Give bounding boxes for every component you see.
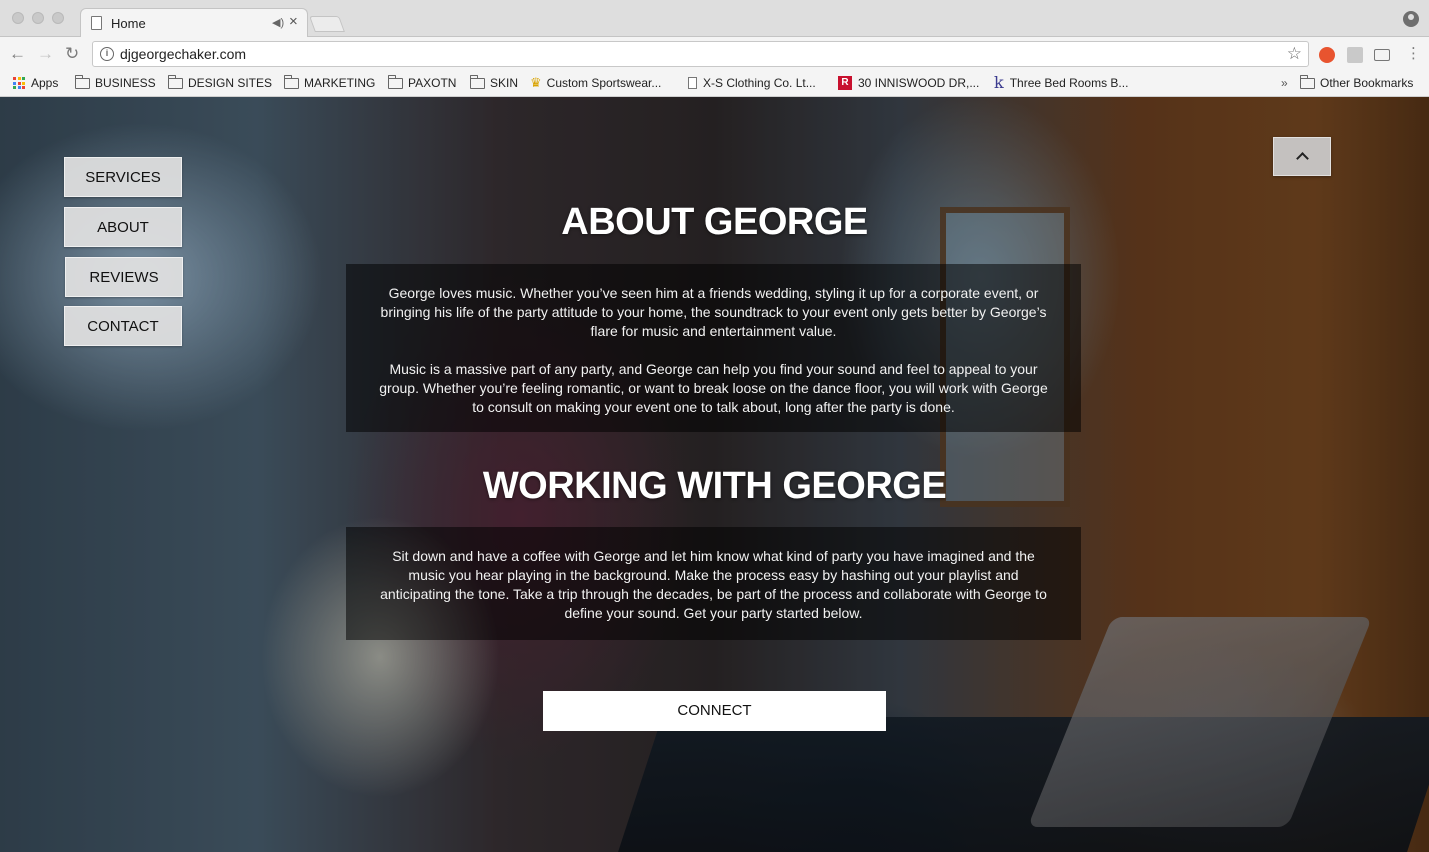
window-zoom-control[interactable] (52, 12, 64, 24)
speaker-icon[interactable]: ◀) (272, 16, 284, 29)
bookmark-label: Three Bed Rooms B... (1009, 76, 1129, 90)
bookmarks-overflow-chevron[interactable]: » (1281, 75, 1288, 91)
about-paragraph-1: George loves music. Whether you’ve seen … (380, 285, 1047, 339)
bookmark-label: MARKETING (304, 76, 376, 90)
folder-icon (75, 74, 90, 89)
folder-icon (388, 74, 403, 89)
crown-icon: ♛ (530, 75, 542, 90)
about-paragraph-2: Music is a massive part of any party, an… (379, 361, 1048, 415)
working-heading: WORKING WITH GEORGE (482, 465, 947, 507)
folder-icon (1300, 74, 1315, 89)
tab-close-icon[interactable]: × (289, 13, 298, 30)
bookmark-label: SKIN (490, 76, 519, 90)
bookmark-folder-business[interactable]: BUSINESS (75, 74, 156, 91)
bookmarks-bar: Apps BUSINESS DESIGN SITES MARKETING PAX… (0, 71, 1429, 97)
folder-icon (168, 74, 183, 89)
working-paragraph: Sit down and have a coffee with George a… (380, 548, 1047, 621)
cast-icon[interactable] (1374, 49, 1390, 61)
bookmark-label: DESIGN SITES (188, 76, 273, 90)
bookmark-folder-design-sites[interactable]: DESIGN SITES (168, 74, 273, 91)
page-hero-background: SERVICES ABOUT REVIEWS CONTACT ABOUT GEO… (0, 97, 1429, 852)
bookmark-label: Other Bookmarks (1320, 76, 1414, 90)
browser-tab-bar: Home ◀) × (0, 0, 1429, 38)
folder-icon (470, 74, 485, 89)
address-url[interactable]: djgeorgechaker.com (120, 46, 246, 62)
about-text-box: George loves music. Whether you’ve seen … (346, 264, 1081, 432)
extension-icon[interactable] (1347, 47, 1363, 63)
page-icon (688, 77, 697, 89)
window-minimize-control[interactable] (32, 12, 44, 24)
nav-services-button[interactable]: SERVICES (64, 157, 182, 197)
bookmark-folder-marketing[interactable]: MARKETING (284, 74, 376, 91)
bookmark-three-bed-rooms[interactable]: k Three Bed Rooms B... (994, 75, 1128, 91)
site-info-icon[interactable]: i (100, 47, 114, 61)
profile-icon[interactable] (1403, 11, 1419, 27)
bookmark-label: Custom Sportswear... (546, 76, 662, 90)
new-tab-button[interactable] (309, 16, 345, 32)
bookmark-label: 30 INNISWOOD DR,... (858, 76, 980, 90)
chevron-up-icon (1295, 152, 1309, 165)
bookmark-label: X-S Clothing Co. Lt... (703, 76, 816, 90)
bookmark-folder-skin[interactable]: SKIN (470, 74, 519, 91)
folder-icon (284, 74, 299, 89)
back-arrow-icon[interactable]: ← (9, 45, 26, 63)
bookmark-apps[interactable]: Apps (13, 75, 58, 91)
background-table (618, 717, 1429, 852)
browser-toolbar: ← → ↻ i djgeorgechaker.com ☆ ⋮ (0, 37, 1429, 71)
browser-tab-home[interactable]: Home ◀) × (80, 8, 308, 38)
bookmark-star-icon[interactable]: ☆ (1287, 44, 1302, 64)
bookmark-xs-clothing[interactable]: X-S Clothing Co. Lt... (688, 75, 816, 91)
address-bar[interactable]: i djgeorgechaker.com ☆ (92, 41, 1309, 67)
working-text-box: Sit down and have a coffee with George a… (346, 527, 1081, 640)
background-laptop (1027, 617, 1373, 827)
window-close-control[interactable] (12, 12, 24, 24)
bookmark-label: Apps (31, 76, 59, 90)
remax-icon: R (838, 76, 852, 90)
bookmark-label: BUSINESS (95, 76, 156, 90)
reload-icon[interactable]: ↻ (65, 45, 79, 63)
apps-grid-icon (13, 77, 25, 89)
forward-arrow-icon[interactable]: → (37, 45, 54, 63)
extension-opera-icon[interactable] (1319, 47, 1335, 63)
bookmark-inniswood[interactable]: R 30 INNISWOOD DR,... (838, 75, 979, 91)
nav-reviews-button[interactable]: REVIEWS (65, 257, 183, 297)
k-logo-icon: k (994, 73, 1004, 92)
bookmark-label: PAXOTN (408, 76, 457, 90)
page-icon (91, 16, 102, 30)
bookmark-folder-paxotn[interactable]: PAXOTN (388, 74, 457, 91)
nav-contact-button[interactable]: CONTACT (64, 306, 182, 346)
about-heading: ABOUT GEORGE (561, 201, 868, 243)
bookmark-custom-sportswear[interactable]: ♛ Custom Sportswear... (530, 75, 661, 91)
menu-kebab-icon[interactable]: ⋮ (1406, 45, 1421, 63)
bookmark-other-bookmarks[interactable]: Other Bookmarks (1300, 74, 1414, 91)
scroll-to-top-button[interactable] (1273, 137, 1331, 176)
tab-title: Home (111, 16, 146, 31)
connect-button[interactable]: CONNECT (543, 691, 886, 731)
